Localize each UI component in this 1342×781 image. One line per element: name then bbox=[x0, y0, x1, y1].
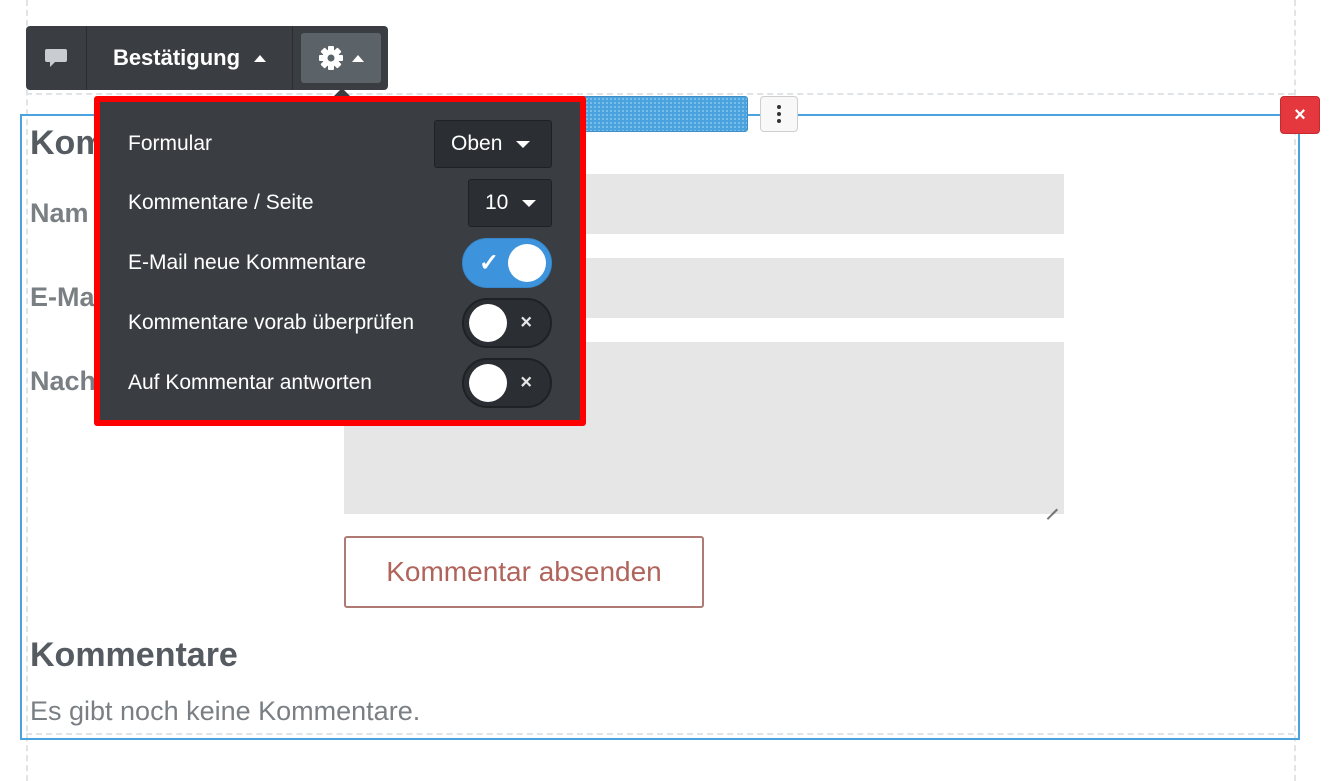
comment-type-button[interactable] bbox=[26, 26, 87, 90]
comment-icon bbox=[45, 49, 67, 67]
highlight-frame bbox=[94, 96, 586, 426]
delete-element-button[interactable]: × bbox=[1280, 96, 1320, 134]
caret-up-icon bbox=[351, 54, 364, 62]
comments-heading: Kommentare bbox=[30, 636, 238, 674]
submit-comment-button[interactable]: Kommentar absenden bbox=[344, 536, 704, 608]
element-toolbar: Bestätigung bbox=[26, 26, 388, 90]
mode-label: Bestätigung bbox=[112, 45, 241, 70]
caret-up-icon bbox=[254, 54, 267, 62]
more-options-button[interactable] bbox=[760, 96, 798, 132]
dot bbox=[777, 119, 781, 123]
settings-wrap bbox=[293, 26, 388, 90]
guide-top bbox=[26, 93, 1294, 95]
mode-dropdown[interactable]: Bestätigung bbox=[87, 26, 293, 90]
email-label: E-Ma bbox=[30, 282, 95, 312]
drag-handle[interactable] bbox=[560, 96, 748, 132]
settings-button[interactable] bbox=[300, 33, 381, 83]
resize-grip-icon[interactable] bbox=[1044, 496, 1058, 510]
message-label: Nach bbox=[30, 366, 97, 396]
dot bbox=[777, 105, 781, 109]
dot bbox=[777, 112, 781, 116]
name-label: Nam bbox=[30, 198, 89, 228]
no-comments-text: Es gibt noch keine Kommentare. bbox=[30, 696, 421, 726]
gear-icon bbox=[318, 46, 343, 70]
